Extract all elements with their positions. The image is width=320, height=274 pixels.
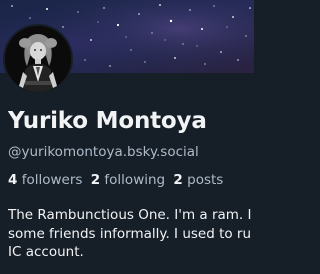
display-name: Yuriko Montoya bbox=[8, 108, 207, 134]
bio-line: The Rambunctious One. I'm a ram. I bbox=[8, 207, 252, 223]
avatar[interactable] bbox=[3, 24, 73, 94]
avatar-image bbox=[5, 26, 71, 92]
profile-handle: @yurikomontoya.bsky.social bbox=[8, 144, 199, 160]
followers-count: 4 bbox=[8, 172, 18, 188]
bio-line: IC account. bbox=[8, 244, 84, 260]
profile-bio: The Rambunctious One. I'm a ram. I some … bbox=[8, 206, 254, 262]
posts-count: 2 bbox=[173, 172, 183, 188]
following-link[interactable]: 2 following bbox=[91, 172, 165, 188]
followers-label: followers bbox=[21, 172, 83, 188]
bio-line: some friends informally. I used to ru bbox=[8, 225, 252, 242]
profile-stats: 4 followers 2 following 2 posts bbox=[8, 172, 227, 188]
posts-label: posts bbox=[187, 172, 224, 188]
followers-link[interactable]: 4 followers bbox=[8, 172, 82, 188]
following-count: 2 bbox=[90, 172, 101, 188]
posts-stat: 2 posts bbox=[173, 172, 223, 188]
following-label: following bbox=[104, 172, 166, 188]
